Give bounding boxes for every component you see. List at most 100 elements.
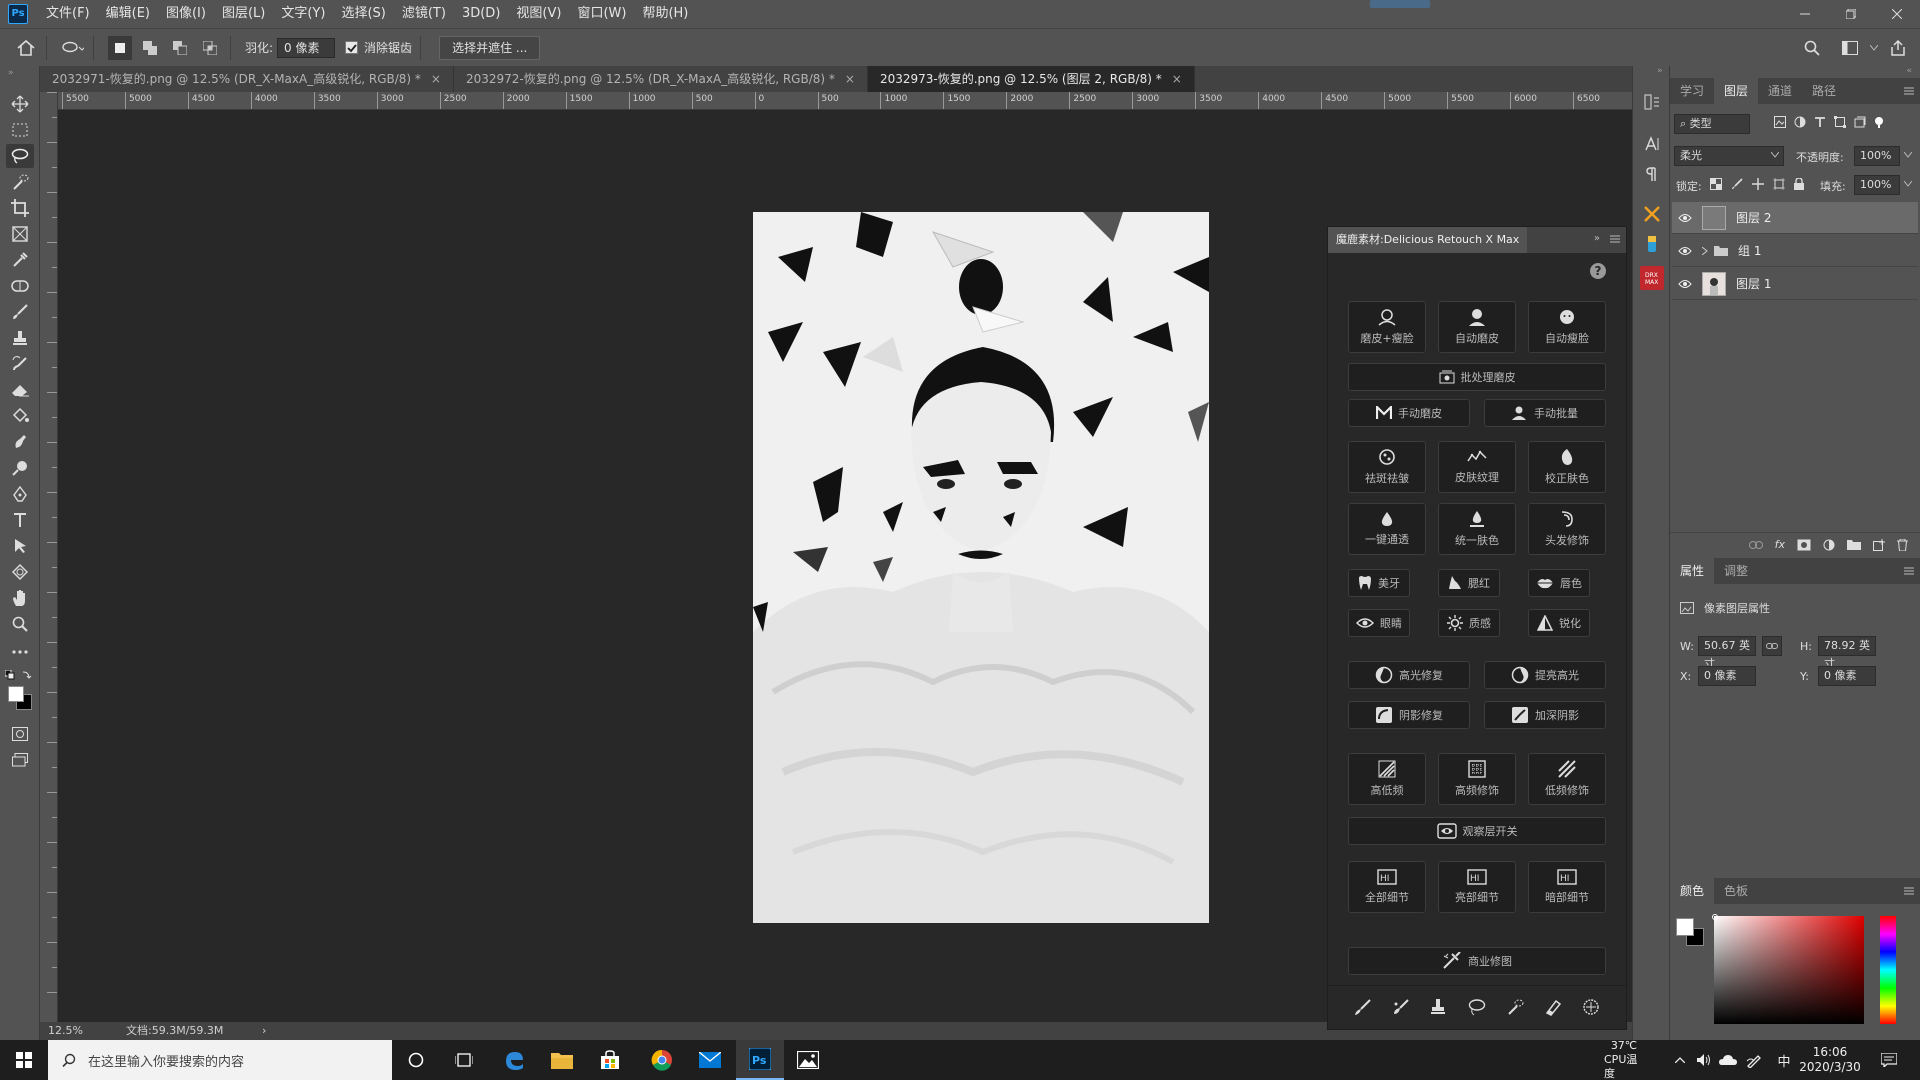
chevron-right-icon[interactable]: [1702, 246, 1708, 255]
smudge-tool-icon[interactable]: [6, 430, 34, 454]
shape-filter-icon[interactable]: [1834, 116, 1846, 128]
paragraph-icon[interactable]: [1640, 162, 1664, 186]
hue-slider[interactable]: [1880, 916, 1896, 1024]
tray-chevron-up-icon[interactable]: [1672, 1040, 1688, 1080]
collapse-dock-icon[interactable]: «: [1906, 66, 1912, 76]
path-selection-tool-icon[interactable]: [6, 534, 34, 558]
dark-details-button[interactable]: HI 暗部细节: [1528, 861, 1606, 913]
screen-mode-icon[interactable]: [6, 748, 34, 772]
menu-image[interactable]: 图像(I): [158, 0, 214, 28]
brush-icon[interactable]: [1354, 998, 1372, 1016]
select-and-mask-button[interactable]: 选择并遮住 ...: [439, 35, 541, 60]
lock-transparent-icon[interactable]: [1710, 178, 1722, 190]
auto-slim-button[interactable]: 自动瘦脸: [1528, 301, 1606, 353]
workspace-icon[interactable]: [1838, 36, 1862, 60]
adjustment-layer-icon[interactable]: [1823, 539, 1835, 551]
visibility-eye-icon[interactable]: [1672, 213, 1698, 223]
menu-layer[interactable]: 图层(L): [214, 0, 273, 28]
taskbar-search-box[interactable]: 在这里输入你要搜索的内容: [48, 1040, 392, 1080]
manual-smooth-button[interactable]: 手动磨皮: [1348, 399, 1470, 427]
new-selection-icon[interactable]: [108, 35, 132, 60]
foreground-color-swatch[interactable]: [8, 686, 24, 702]
tab-adjustments[interactable]: 调整: [1714, 558, 1758, 584]
cpu-temperature-widget[interactable]: 37℃ CPU温度: [1604, 1039, 1644, 1080]
frequency-separation-button[interactable]: 高低频: [1348, 753, 1426, 805]
skin-texture-button[interactable]: 皮肤纹理: [1438, 441, 1516, 493]
paint-bucket-tool-icon[interactable]: [6, 404, 34, 428]
menu-3d[interactable]: 3D(D): [454, 0, 508, 28]
history-icon[interactable]: [1640, 90, 1664, 114]
layer-name[interactable]: 图层 2: [1736, 209, 1771, 226]
chrome-icon[interactable]: [638, 1040, 686, 1080]
chevron-down-icon[interactable]: [1904, 152, 1912, 158]
menu-view[interactable]: 视图(V): [508, 0, 569, 28]
store-icon[interactable]: [586, 1040, 634, 1080]
opacity-input[interactable]: 100%: [1854, 146, 1900, 166]
mail-icon[interactable]: [686, 1040, 734, 1080]
commercial-retouch-button[interactable]: 商业修图: [1348, 947, 1606, 975]
filter-toggle-icon[interactable]: [1874, 116, 1884, 128]
smooth-slim-button[interactable]: 磨皮+瘦脸: [1348, 301, 1426, 353]
image-filter-icon[interactable]: [1774, 116, 1786, 128]
menu-filter[interactable]: 滤镜(T): [394, 0, 454, 28]
quick-mask-icon[interactable]: [6, 722, 34, 746]
close-icon[interactable]: ×: [1172, 72, 1182, 86]
layer-row[interactable]: 组 1: [1672, 235, 1918, 267]
observe-layer-toggle-button[interactable]: 观察层开关: [1348, 817, 1606, 845]
hand-tool-icon[interactable]: [6, 586, 34, 610]
link-dimensions-icon[interactable]: [1762, 636, 1782, 656]
windows-start-icon[interactable]: [0, 1040, 48, 1080]
input-method-indicator[interactable]: 中: [1774, 1040, 1794, 1080]
crop-tool-icon[interactable]: [6, 196, 34, 220]
boost-highlight-button[interactable]: 提亮高光: [1484, 661, 1606, 689]
tab-swatches[interactable]: 色板: [1714, 878, 1758, 904]
highlight-fix-button[interactable]: 高光修复: [1348, 661, 1470, 689]
lock-position-icon[interactable]: [1752, 178, 1764, 190]
bright-details-button[interactable]: HI 亮部细节: [1438, 861, 1516, 913]
new-group-icon[interactable]: [1847, 539, 1861, 550]
lock-artboard-icon[interactable]: [1773, 178, 1785, 190]
eyedropper-tool-icon[interactable]: [6, 248, 34, 272]
more-tools-icon[interactable]: [6, 640, 34, 664]
notification-center-icon[interactable]: [1874, 1040, 1904, 1080]
layer-row[interactable]: 图层 1: [1672, 268, 1918, 300]
correct-skin-tone-button[interactable]: 校正肤色: [1528, 441, 1606, 493]
plugin-brush-icon[interactable]: [1640, 232, 1664, 256]
character-icon[interactable]: [1640, 132, 1664, 156]
edge-browser-icon[interactable]: [490, 1040, 538, 1080]
fx-icon[interactable]: fx: [1775, 538, 1785, 551]
eyes-button[interactable]: 眼睛: [1348, 609, 1410, 637]
history-brush-tool-icon[interactable]: [6, 352, 34, 376]
file-explorer-icon[interactable]: [538, 1040, 586, 1080]
zoom-level[interactable]: 12.5%: [48, 1022, 83, 1040]
menu-type[interactable]: 文字(Y): [273, 0, 333, 28]
eraser-icon[interactable]: [1544, 998, 1562, 1016]
status-arrow-icon[interactable]: ›: [262, 1022, 266, 1040]
blush-button[interactable]: 腮红: [1438, 569, 1500, 597]
subtract-selection-icon[interactable]: [168, 36, 192, 60]
shape-tool-icon[interactable]: [6, 560, 34, 584]
tab-layers[interactable]: 图层: [1714, 78, 1759, 104]
feather-input[interactable]: 0 像素: [277, 37, 336, 58]
shadow-fix-button[interactable]: 阴影修复: [1348, 701, 1470, 729]
deepen-shadow-button[interactable]: 加深阴影: [1484, 701, 1606, 729]
mixer-brush-icon[interactable]: [1392, 998, 1410, 1016]
panel-menu-icon[interactable]: [1904, 566, 1914, 576]
document-tab-active[interactable]: 2032973-恢复的.png @ 12.5% (图层 2, RGB/8) * ×: [867, 66, 1195, 92]
panel-menu-icon[interactable]: [1904, 86, 1914, 96]
photoshop-taskbar-icon[interactable]: Ps: [736, 1040, 784, 1080]
collapse-chevron-icon[interactable]: »: [8, 68, 14, 78]
vertical-ruler[interactable]: [40, 92, 58, 1022]
drx-max-icon[interactable]: DRX MAX: [1640, 266, 1664, 290]
color-picker-field[interactable]: [1714, 916, 1864, 1024]
layer-filter-select[interactable]: ⌕ 类型: [1674, 114, 1750, 134]
frame-tool-icon[interactable]: [6, 222, 34, 246]
quality-button[interactable]: 质感: [1438, 609, 1500, 637]
y-position-input[interactable]: 0 像素: [1818, 666, 1876, 686]
dodge-tool-icon[interactable]: [6, 456, 34, 480]
batch-smooth-button[interactable]: 批处理磨皮: [1348, 363, 1606, 391]
share-icon[interactable]: [1886, 36, 1910, 60]
minimize-button[interactable]: [1782, 0, 1828, 28]
help-icon[interactable]: ?: [1590, 263, 1606, 279]
quick-selection-tool-icon[interactable]: [6, 170, 34, 194]
